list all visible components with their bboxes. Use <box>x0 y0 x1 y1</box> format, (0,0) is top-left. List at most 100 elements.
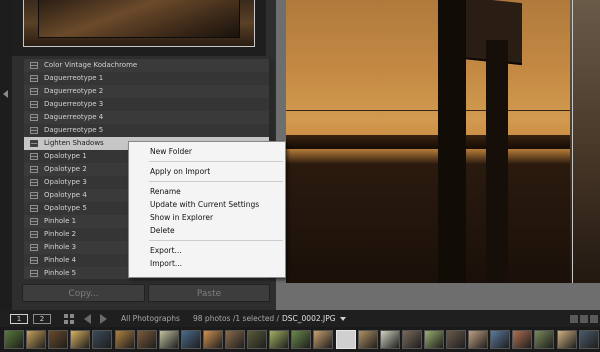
filmstrip-thumbnail[interactable] <box>70 330 91 349</box>
filmstrip-thumbnail[interactable] <box>136 330 157 349</box>
filmstrip-header: 1 2 All Photographs 98 photos /1 selecte… <box>0 310 600 327</box>
filmstrip-thumbnail[interactable] <box>48 330 69 349</box>
preset-icon <box>30 166 38 173</box>
preset-label: Daguerreotype 1 <box>44 74 104 82</box>
preset-context-menu: New Folder Apply on Import Rename Update… <box>128 141 286 278</box>
filmstrip-thumbnail[interactable] <box>556 330 577 349</box>
filmstrip-thumbnail[interactable] <box>247 330 268 349</box>
filmstrip-thumbnail[interactable] <box>578 330 599 349</box>
preset-label: Daguerreotype 5 <box>44 126 104 134</box>
preset-icon <box>30 75 38 82</box>
preset-icon <box>30 179 38 186</box>
filmstrip-thumbnail[interactable] <box>114 330 135 349</box>
filmstrip-thumbnail[interactable] <box>512 330 533 349</box>
filmstrip-thumbnail[interactable] <box>202 330 223 349</box>
menu-item-delete[interactable]: Delete <box>129 224 285 237</box>
preset-label: Opalotype 1 <box>44 152 87 160</box>
filmstrip-thumbnail[interactable] <box>379 330 400 349</box>
view-2-button[interactable]: 2 <box>33 314 51 324</box>
photo-wire <box>286 110 570 111</box>
paste-settings-button[interactable]: Paste <box>148 284 270 302</box>
preset-label: Pinhole 4 <box>44 256 77 264</box>
filmstrip-thumbnail[interactable] <box>225 330 245 349</box>
menu-item-export[interactable]: Export... <box>129 244 285 257</box>
copy-settings-button[interactable]: Copy... <box>22 284 145 302</box>
current-file-name[interactable]: DSC_0002.JPG <box>282 314 336 323</box>
preset-icon <box>30 270 38 277</box>
preset-label: Color Vintage Kodachrome <box>44 61 138 69</box>
preset-label: Opalotype 2 <box>44 165 87 173</box>
filmstrip-thumbnail[interactable] <box>401 330 422 349</box>
preset-label: Pinhole 3 <box>44 243 77 251</box>
preset-label: Pinhole 1 <box>44 217 77 225</box>
preset-icon <box>30 62 38 69</box>
filmstrip-thumbnail[interactable] <box>534 330 555 349</box>
navigator-preview[interactable] <box>23 0 255 47</box>
photo-count: 98 photos /1 selected / <box>193 314 280 323</box>
filter-icon[interactable] <box>570 315 598 323</box>
preset-label: Daguerreotype 2 <box>44 87 104 95</box>
photo-post <box>438 0 466 283</box>
filmstrip-thumbnail[interactable] <box>180 330 201 349</box>
second-photo-edge[interactable] <box>570 0 600 283</box>
filmstrip-source[interactable]: All Photographs <box>121 314 180 323</box>
filmstrip-thumbnail[interactable] <box>468 330 489 349</box>
menu-separator <box>149 161 283 162</box>
lightroom-develop-window: Color Vintage Kodachrome Daguerreotype 1 D… <box>0 0 600 352</box>
preset-item[interactable]: Daguerreotype 1 <box>24 72 269 85</box>
filmstrip-thumbnail[interactable] <box>158 330 179 349</box>
preset-icon <box>30 192 38 199</box>
menu-separator <box>149 240 283 241</box>
back-icon[interactable] <box>84 314 91 324</box>
menu-item-new-folder[interactable]: New Folder <box>129 145 285 158</box>
image-view[interactable] <box>276 0 600 310</box>
preset-icon <box>30 257 38 264</box>
filmstrip-thumbnail[interactable] <box>423 330 444 349</box>
chevron-down-icon[interactable] <box>340 317 346 321</box>
forward-icon[interactable] <box>100 314 107 324</box>
preset-icon <box>30 140 38 147</box>
preset-item[interactable]: Daguerreotype 2 <box>24 85 269 98</box>
menu-item-show-in-explorer[interactable]: Show in Explorer <box>129 211 285 224</box>
filmstrip-thumbnail[interactable] <box>291 330 312 349</box>
preset-icon <box>30 153 38 160</box>
filmstrip-thumbnail[interactable] <box>26 330 47 349</box>
filmstrip-thumbnail[interactable] <box>357 330 378 349</box>
preset-icon <box>30 244 38 251</box>
preset-item[interactable]: Daguerreotype 3 <box>24 98 269 111</box>
view-1-button[interactable]: 1 <box>10 314 28 324</box>
preset-label: Opalotype 5 <box>44 204 87 212</box>
collapse-left-panel-icon[interactable] <box>3 90 8 98</box>
left-panel-edge[interactable] <box>0 0 12 310</box>
preset-icon <box>30 205 38 212</box>
preset-icon <box>30 101 38 108</box>
filmstrip-thumbnail[interactable] <box>446 330 466 349</box>
preset-icon <box>30 88 38 95</box>
navigator-preview-image <box>38 0 240 38</box>
filmstrip-thumbnail[interactable] <box>313 330 334 349</box>
filmstrip-thumbnail[interactable] <box>92 330 113 349</box>
menu-item-update-with-current-settings[interactable]: Update with Current Settings <box>129 198 285 211</box>
photo-post <box>486 40 508 283</box>
preset-item[interactable]: Daguerreotype 5 <box>24 124 269 137</box>
filmstrip-thumbnail[interactable] <box>335 330 356 349</box>
menu-item-rename[interactable]: Rename <box>129 185 285 198</box>
menu-item-import[interactable]: Import... <box>129 257 285 270</box>
preset-label: Opalotype 4 <box>44 191 87 199</box>
main-photo[interactable] <box>286 0 570 283</box>
preset-label: Pinhole 5 <box>44 269 77 277</box>
preset-label: Lighten Shadows <box>44 139 104 147</box>
filmstrip-thumbnail[interactable] <box>269 330 290 349</box>
grid-view-icon[interactable] <box>64 314 74 324</box>
preset-item[interactable]: Daguerreotype 4 <box>24 111 269 124</box>
menu-item-apply-on-import[interactable]: Apply on Import <box>129 165 285 178</box>
photo-border <box>572 0 573 283</box>
filmstrip <box>0 327 600 352</box>
filmstrip-thumbnail[interactable] <box>490 330 511 349</box>
preset-item[interactable]: Color Vintage Kodachrome <box>24 59 269 72</box>
menu-separator <box>149 181 283 182</box>
photo-horizon <box>286 135 570 149</box>
preset-icon <box>30 231 38 238</box>
preset-label: Opalotype 3 <box>44 178 87 186</box>
filmstrip-thumbnail[interactable] <box>4 330 24 349</box>
